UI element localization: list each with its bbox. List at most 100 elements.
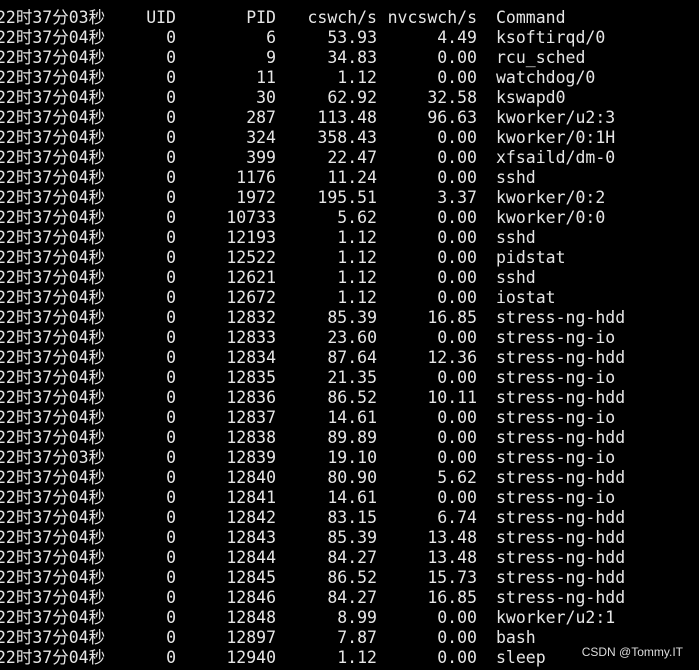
terminal-window[interactable]: 22时37分03秒 UID PID cswch/s nvcswch/s Comm… — [0, 0, 699, 670]
cell-cswch: 84.27 — [327, 588, 377, 607]
cell-cswch: 5.62 — [337, 208, 377, 227]
cell-nvcswch: 0.00 — [437, 608, 477, 627]
table-row: 22时37分04秒 0 12837 14.61 0.00 stress-ng-io — [0, 408, 699, 428]
cell-time: 22时37分04秒 — [0, 328, 106, 347]
cell-command: stress-ng-hdd — [496, 568, 626, 587]
cell-nvcswch: 0.00 — [437, 328, 477, 347]
cell-uid: 0 — [166, 308, 176, 327]
cell-cswch: 23.60 — [327, 328, 377, 347]
cell-uid: 0 — [166, 528, 176, 547]
cell-pid: 12842 — [226, 508, 276, 527]
cell-uid: 0 — [166, 428, 176, 447]
table-row: 22时37分04秒 0 12193 1.12 0.00 sshd — [0, 228, 699, 248]
cell-time: 22时37分04秒 — [0, 288, 106, 307]
table-row: 22时37分04秒 0 12842 83.15 6.74 stress-ng-hdd — [0, 508, 699, 528]
cell-time: 22时37分04秒 — [0, 208, 106, 227]
cell-time: 22时37分04秒 — [0, 548, 106, 567]
cell-cswch: 1.12 — [337, 288, 377, 307]
table-row: 22时37分04秒 0 12621 1.12 0.00 sshd — [0, 268, 699, 288]
cell-cswch: 7.87 — [337, 628, 377, 647]
cell-pid: 12897 — [226, 628, 276, 647]
table-row: 22时37分04秒 0 10733 5.62 0.00 kworker/0:0 — [0, 208, 699, 228]
cell-cswch: 86.52 — [327, 568, 377, 587]
table-row: 22时37分04秒 0 12522 1.12 0.00 pidstat — [0, 248, 699, 268]
cell-command: kworker/0:1H — [496, 128, 616, 147]
cell-nvcswch: 0.00 — [437, 648, 477, 667]
cell-uid: 0 — [166, 368, 176, 387]
cell-uid: 0 — [166, 48, 176, 67]
cell-cswch: 22.47 — [327, 148, 377, 167]
cell-pid: 6 — [266, 28, 276, 47]
cell-command: bash — [496, 628, 536, 647]
watermark: CSDN @Tommy.IT — [581, 645, 683, 659]
cell-nvcswch: 0.00 — [437, 408, 477, 427]
cell-nvcswch: 0.00 — [437, 268, 477, 287]
table-row: 22时37分04秒 0 399 22.47 0.00 xfsaild/dm-0 — [0, 148, 699, 168]
cell-command: kworker/u2:1 — [496, 608, 616, 627]
cell-cswch: 53.93 — [327, 28, 377, 47]
cell-time: 22时37分04秒 — [0, 308, 106, 327]
cell-time: 22时37分04秒 — [0, 608, 106, 627]
cell-cswch: 80.90 — [327, 468, 377, 487]
cell-uid: 0 — [166, 108, 176, 127]
cell-time: 22时37分04秒 — [0, 508, 106, 527]
cell-command: stress-ng-hdd — [496, 528, 626, 547]
cell-time: 22时37分04秒 — [0, 628, 106, 647]
cell-time: 22时37分04秒 — [0, 28, 106, 47]
cell-cswch: 14.61 — [327, 408, 377, 427]
cell-nvcswch: 15.73 — [427, 568, 477, 587]
cell-time: 22时37分04秒 — [0, 228, 106, 247]
cell-time: 22时37分04秒 — [0, 188, 106, 207]
table-row: 22时37分04秒 0 287 113.48 96.63 kworker/u2:3 — [0, 108, 699, 128]
cell-command: xfsaild/dm-0 — [496, 148, 616, 167]
cell-command: sshd — [496, 228, 536, 247]
header-uid: UID — [146, 8, 176, 27]
cell-time: 22时37分04秒 — [0, 488, 106, 507]
cell-cswch: 113.48 — [317, 108, 377, 127]
cell-nvcswch: 3.37 — [437, 188, 477, 207]
cell-pid: 12833 — [226, 328, 276, 347]
cell-command: stress-ng-io — [496, 488, 616, 507]
cell-command: stress-ng-io — [496, 328, 616, 347]
cell-cswch: 84.27 — [327, 548, 377, 567]
table-row: 22时37分04秒 0 30 62.92 32.58 kswapd0 — [0, 88, 699, 108]
cell-command: stress-ng-hdd — [496, 388, 626, 407]
cell-uid: 0 — [166, 228, 176, 247]
cell-time: 22时37分04秒 — [0, 128, 106, 147]
table-row: 22时37分04秒 0 12848 8.99 0.00 kworker/u2:1 — [0, 608, 699, 628]
cell-cswch: 8.99 — [337, 608, 377, 627]
cell-command: stress-ng-hdd — [496, 428, 626, 447]
cell-time: 22时37分04秒 — [0, 148, 106, 167]
cell-command: stress-ng-io — [496, 408, 616, 427]
cell-cswch: 1.12 — [337, 248, 377, 267]
cell-pid: 12840 — [226, 468, 276, 487]
cell-cswch: 1.12 — [337, 268, 377, 287]
cell-command: sshd — [496, 168, 536, 187]
cell-cswch: 83.15 — [327, 508, 377, 527]
cell-uid: 0 — [166, 408, 176, 427]
cell-nvcswch: 16.85 — [427, 588, 477, 607]
cell-uid: 0 — [166, 168, 176, 187]
table-row: 22时37分04秒 0 12844 84.27 13.48 stress-ng-hdd — [0, 548, 699, 568]
cell-uid: 0 — [166, 248, 176, 267]
cell-time: 22时37分04秒 — [0, 68, 106, 87]
cell-command: kworker/u2:3 — [496, 108, 616, 127]
table-row: 22时37分04秒 0 12845 86.52 15.73 stress-ng-hdd — [0, 568, 699, 588]
cell-pid: 9 — [266, 48, 276, 67]
cell-time: 22时37分04秒 — [0, 468, 106, 487]
header-cswch: cswch/s — [307, 8, 377, 27]
cell-pid: 12838 — [226, 428, 276, 447]
cell-nvcswch: 13.48 — [427, 528, 477, 547]
cell-nvcswch: 4.49 — [437, 28, 477, 47]
cell-nvcswch: 12.36 — [427, 348, 477, 367]
cell-time: 22时37分04秒 — [0, 568, 106, 587]
cell-pid: 11 — [256, 68, 276, 87]
cell-nvcswch: 0.00 — [437, 288, 477, 307]
cell-uid: 0 — [166, 548, 176, 567]
cell-pid: 12848 — [226, 608, 276, 627]
cell-time: 22时37分04秒 — [0, 48, 106, 67]
header-time: 22时37分03秒 — [0, 8, 106, 27]
cell-pid: 30 — [256, 88, 276, 107]
cell-uid: 0 — [166, 568, 176, 587]
cell-command: stress-ng-hdd — [496, 308, 626, 327]
